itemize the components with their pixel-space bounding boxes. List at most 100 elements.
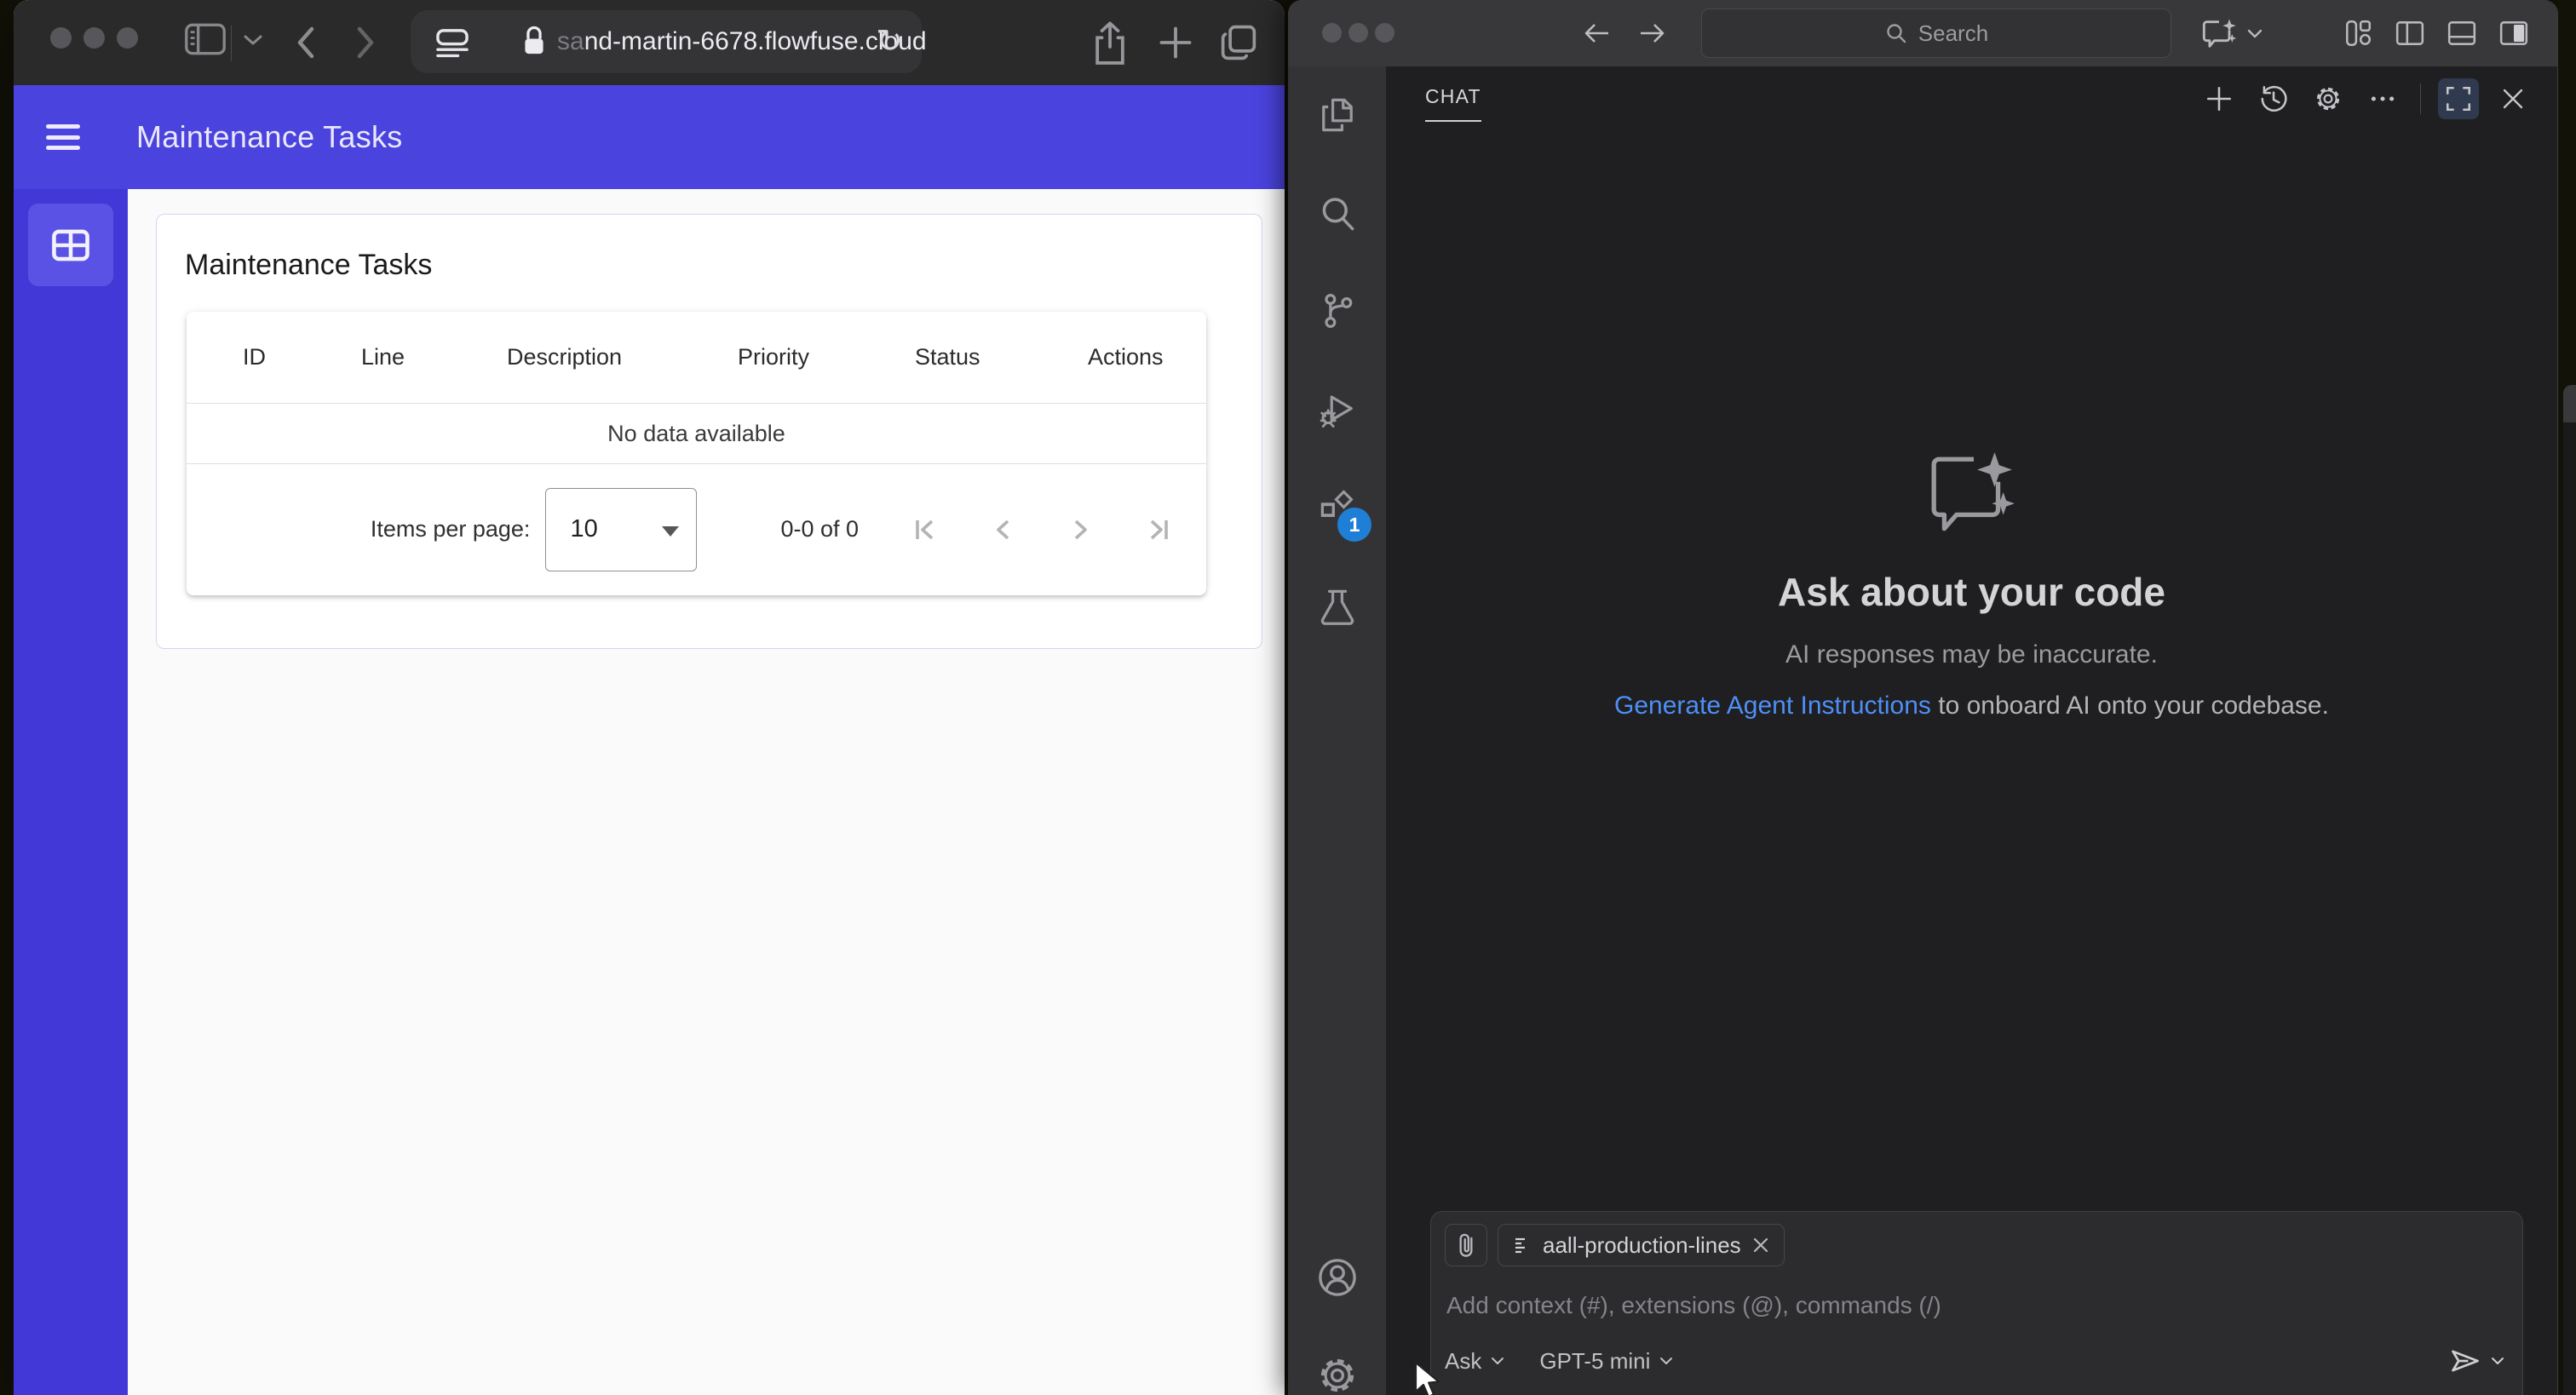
chevron-down-icon <box>1660 1358 1673 1364</box>
chat-actions <box>2199 78 2533 119</box>
col-line[interactable]: Line <box>361 344 507 370</box>
toolbar-separator <box>231 26 232 61</box>
prev-page-icon[interactable] <box>988 514 1019 545</box>
url-text: sand-martin-6678.flowfuse.cloud <box>557 27 927 56</box>
history-back-icon[interactable] <box>1581 19 1613 48</box>
more-actions-icon[interactable] <box>2362 78 2403 119</box>
context-chip[interactable]: aall-production-lines <box>1498 1224 1785 1266</box>
address-bar[interactable]: sand-martin-6678.flowfuse.cloud ↻ <box>411 10 927 73</box>
items-per-page-label: Items per page: <box>370 516 531 542</box>
activity-bar: 1 <box>1288 66 1386 1395</box>
new-chat-icon[interactable] <box>2199 78 2240 119</box>
safari-toolbar: sand-martin-6678.flowfuse.cloud ↻ <box>14 0 1285 86</box>
model-label: GPT-5 mini <box>1539 1347 1651 1374</box>
extensions-badge: 1 <box>1337 508 1371 542</box>
minimize-window-button[interactable] <box>83 27 105 49</box>
vscode-titlebar: Search <box>1288 0 2557 67</box>
screenshot: sand-martin-6678.flowfuse.cloud ↻ Mainte… <box>0 0 2576 1395</box>
tasks-table: ID Line Description Priority Status Acti… <box>187 312 1206 595</box>
table-grid-icon <box>52 229 89 261</box>
col-status[interactable]: Status <box>915 344 1088 370</box>
split-editor-icon[interactable] <box>2390 14 2429 53</box>
lock-icon <box>520 25 549 59</box>
tab-chat[interactable]: CHAT <box>1425 85 1481 122</box>
run-debug-icon[interactable] <box>1314 386 1361 433</box>
maximize-panel-icon[interactable] <box>2438 78 2479 119</box>
toggle-panel-icon[interactable] <box>2442 14 2481 53</box>
layout-controls <box>2338 14 2533 53</box>
back-icon[interactable] <box>291 20 320 65</box>
table-footer: Items per page: 10 0-0 of 0 <box>187 464 1206 594</box>
new-tab-icon[interactable] <box>1157 24 1194 61</box>
col-priority[interactable]: Priority <box>738 344 915 370</box>
reload-icon[interactable]: ↻ <box>876 25 903 59</box>
link-suffix: to onboard AI onto your codebase. <box>1930 692 2329 720</box>
vscode-window: Search 1 CHAT Ask about your code AI res… <box>1288 0 2558 1395</box>
settings-gear-icon[interactable] <box>1314 1352 1361 1395</box>
chevron-down-icon <box>2247 29 2263 38</box>
close-window-button[interactable] <box>1322 23 1342 43</box>
sidebar-item-tables[interactable] <box>28 204 113 286</box>
forward-icon[interactable] <box>351 20 380 65</box>
toggle-secondary-sidebar-icon[interactable] <box>2494 14 2533 53</box>
share-icon[interactable] <box>1090 20 1130 66</box>
search-placeholder: Search <box>1918 20 1989 46</box>
generate-agent-instructions-link[interactable]: Generate Agent Instructions <box>1614 692 1931 720</box>
empty-state-subtitle: AI responses may be inaccurate. <box>1785 640 2158 669</box>
search-icon <box>1887 24 1906 43</box>
col-description[interactable]: Description <box>507 344 738 370</box>
next-page-icon[interactable] <box>1065 514 1095 545</box>
last-page-icon[interactable] <box>1141 514 1172 545</box>
chat-panel: CHAT Ask about your code AI responses ma… <box>1386 66 2557 1395</box>
accounts-icon[interactable] <box>1314 1254 1361 1301</box>
model-picker[interactable]: GPT-5 mini <box>1539 1348 1674 1375</box>
chat-history-icon[interactable] <box>2253 78 2294 119</box>
background-window-corner <box>2563 385 2576 422</box>
page-settings-icon[interactable] <box>434 24 470 60</box>
remove-context-icon[interactable] <box>1751 1236 1770 1254</box>
items-per-page-select[interactable]: 10 <box>545 487 698 571</box>
send-icon[interactable] <box>2449 1346 2481 1375</box>
copilot-menu[interactable] <box>2201 17 2264 51</box>
empty-state-instructions: Generate Agent Instructions to onboard A… <box>1614 692 2329 720</box>
vscode-body: 1 CHAT Ask about your code AI responses … <box>1288 66 2557 1395</box>
chat-input[interactable]: Add context (#), extensions (@), command… <box>1446 1292 2509 1319</box>
history-forward-icon[interactable] <box>1636 19 1668 48</box>
close-window-button[interactable] <box>50 27 72 49</box>
chat-sparkle-icon <box>1931 452 2015 531</box>
sidebar-toggle-icon[interactable] <box>184 20 227 58</box>
minimize-window-button[interactable] <box>1348 23 1368 43</box>
zoom-window-button[interactable] <box>1375 23 1394 43</box>
select-caret-icon <box>662 525 680 537</box>
search-icon[interactable] <box>1314 190 1361 238</box>
tab-overview-icon[interactable] <box>1218 22 1259 63</box>
mode-picker[interactable]: Ask <box>1445 1348 1505 1375</box>
command-center-search[interactable]: Search <box>1701 9 2171 58</box>
pagination-controls <box>911 514 1172 545</box>
chat-composer[interactable]: aall-production-lines Add context (#), e… <box>1430 1211 2523 1395</box>
first-page-icon[interactable] <box>911 514 942 545</box>
chat-settings-gear-icon[interactable] <box>2308 78 2349 119</box>
close-panel-icon[interactable] <box>2493 78 2533 119</box>
chevron-down-icon[interactable] <box>2490 1355 2505 1367</box>
col-id[interactable]: ID <box>243 344 361 370</box>
mouse-cursor <box>1414 1361 1440 1395</box>
testing-icon[interactable] <box>1314 583 1361 630</box>
menu-icon[interactable] <box>46 124 80 150</box>
context-row: aall-production-lines <box>1445 1224 2509 1266</box>
dashboard-body: Maintenance Tasks ID Line Description Pr… <box>14 189 1285 1395</box>
source-control-icon[interactable] <box>1314 287 1361 335</box>
zoom-window-button[interactable] <box>117 27 138 49</box>
customize-layout-icon[interactable] <box>2338 14 2378 53</box>
extensions-icon[interactable]: 1 <box>1314 485 1371 542</box>
explorer-icon[interactable] <box>1314 91 1361 139</box>
background-window-edge <box>2563 385 2576 1395</box>
col-actions[interactable]: Actions <box>1088 344 1206 370</box>
mode-label: Ask <box>1445 1347 1482 1374</box>
chevron-down-icon[interactable] <box>242 32 264 48</box>
context-chip-label: aall-production-lines <box>1543 1231 1741 1258</box>
dashboard-appbar: Maintenance Tasks <box>14 85 1285 189</box>
attach-context-button[interactable] <box>1445 1224 1487 1266</box>
desktop-edge <box>2558 0 2576 1395</box>
table-header-row: ID Line Description Priority Status Acti… <box>187 312 1206 403</box>
